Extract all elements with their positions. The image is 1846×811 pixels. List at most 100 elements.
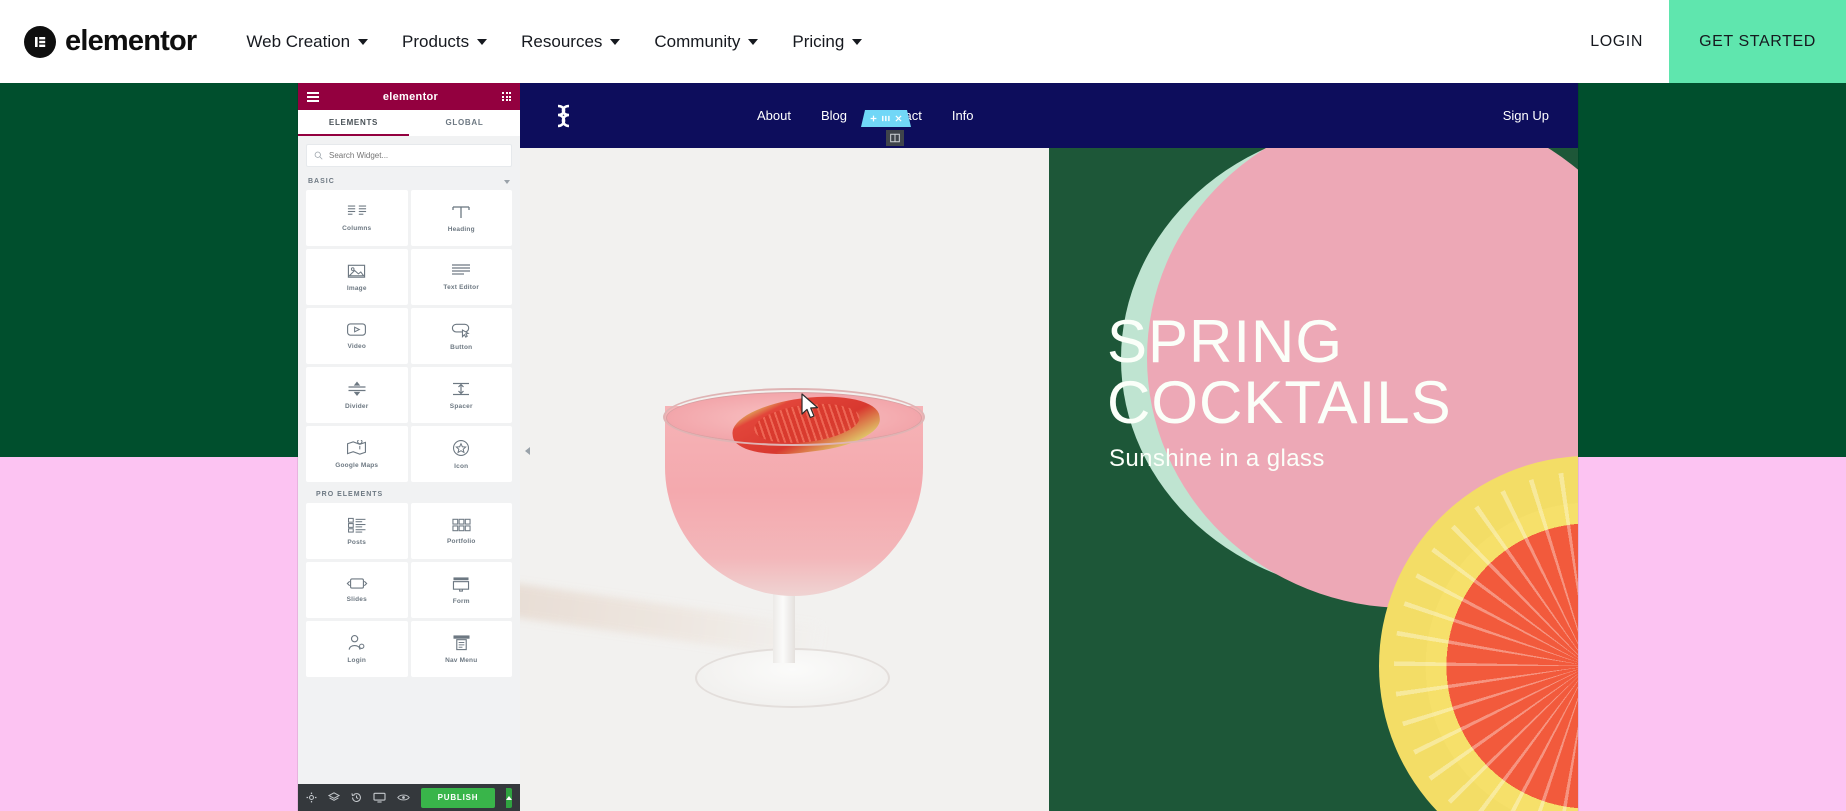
nav-item-pricing[interactable]: Pricing [792,32,863,52]
text-editor-icon [452,264,471,275]
spacer-icon [453,382,470,395]
elementor-section-handle[interactable] [861,110,911,127]
widget-image[interactable]: Image [306,249,408,305]
publish-options-button[interactable] [506,787,512,808]
login-user-icon [348,635,365,650]
panel-tabs: ELEMENTS GLOBAL [298,110,520,136]
widget-label: Portfolio [446,537,476,545]
chevron-down-icon [852,38,863,45]
section-head-basic[interactable]: BASIC [298,173,520,190]
widget-label: Posts [347,538,367,546]
nav-item-products[interactable]: Products [402,32,488,52]
chevron-down-icon [358,38,369,45]
nav-label: Community [654,31,741,51]
elementor-brand-logo[interactable]: elementor [24,25,197,58]
site-header: elementor Web Creation Products Resource… [0,0,1846,83]
preview-nav-about[interactable]: About [757,108,791,123]
history-clock-icon[interactable] [351,792,362,803]
widget-posts[interactable]: Posts [306,503,408,559]
widget-label: Login [347,657,367,664]
widget-spacer[interactable]: Spacer [410,367,512,423]
widget-divider[interactable]: Divider [306,367,408,423]
widget-text-editor[interactable]: Text Editor [410,249,512,305]
elementor-widget-panel: elementor ELEMENTS GLOBAL BASIC [298,83,530,811]
chevron-down-icon [504,179,510,184]
panel-footer-toolbar: PUBLISH [298,784,520,811]
elementor-column-handle[interactable] [886,130,904,146]
widget-button[interactable]: Button [410,308,512,364]
hamburger-icon[interactable] [307,91,319,102]
form-icon [453,576,470,592]
widget-login[interactable]: Login [306,621,408,677]
widget-label: Google Maps [335,461,379,469]
posts-icon [347,517,366,533]
widget-nav-menu[interactable]: Nav Menu [410,621,512,677]
site-monogram-logo[interactable] [549,99,579,133]
widget-video[interactable]: Video [306,308,408,364]
widget-label: Text Editor [443,284,480,291]
hero-color-block[interactable]: SPRING COCKTAILS Sunshine in a glass [1049,148,1578,811]
hero-heading: SPRING COCKTAILS [1107,311,1452,433]
widget-icon[interactable]: Icon [410,426,512,482]
search-widget-input[interactable] [329,151,504,160]
nav-item-resources[interactable]: Resources [521,32,621,52]
widget-label: Nav Menu [445,657,478,664]
login-link[interactable]: LOGIN [1564,33,1669,51]
grid-icon[interactable] [502,92,511,101]
widget-columns[interactable]: Columns [306,190,408,246]
google-maps-icon [347,439,367,455]
elementor-editor-window: elementor ELEMENTS GLOBAL BASIC [298,83,1578,811]
preview-canvas[interactable]: About Blog Contact Info Sign Up [520,83,1578,811]
nav-item-web-creation[interactable]: Web Creation [246,31,369,52]
preview-site-nav: About Blog Contact Info Sign Up [520,83,1578,148]
section-title: BASIC [308,178,335,185]
slides-icon [346,578,368,589]
widget-label: Divider [345,402,369,410]
widget-label: Icon [454,462,469,470]
search-row [298,136,520,173]
tab-global[interactable]: GLOBAL [409,110,520,136]
drag-handle-icon[interactable] [882,115,890,122]
widget-portfolio[interactable]: Portfolio [410,503,512,559]
widget-label: Spacer [449,402,473,410]
main-navigation: Web Creation Products Resources Communit… [246,31,863,52]
plus-icon[interactable] [870,115,877,122]
preview-nav-info[interactable]: Info [952,108,974,123]
portfolio-icon [452,518,471,531]
widget-slides[interactable]: Slides [306,562,408,618]
preview-eye-icon[interactable] [397,793,410,802]
hero-subheading: Sunshine in a glass [1109,445,1325,472]
widget-heading[interactable]: Heading [410,190,512,246]
preview-nav-blog[interactable]: Blog [821,108,847,123]
panel-collapse-handle[interactable] [520,438,534,464]
panel-header: elementor [298,83,520,110]
section-head-pro-elements[interactable]: PRO ELEMENTS [306,486,512,503]
widget-grid-pro: Posts Portfolio Slides Form Login Nav Me… [306,503,512,677]
heading-icon [452,205,470,218]
chevron-down-icon [610,38,621,45]
responsive-mode-icon[interactable] [373,792,386,803]
tab-elements[interactable]: ELEMENTS [298,110,409,136]
chevron-left-icon [524,447,530,455]
preview-nav-signup[interactable]: Sign Up [1503,108,1549,123]
settings-gear-icon[interactable] [306,792,317,803]
search-widget-box[interactable] [306,144,512,167]
widget-list-scroll[interactable]: Columns Heading Image Text Editor Video … [298,190,520,811]
hero-heading-line1: SPRING [1107,308,1344,375]
nav-item-community[interactable]: Community [654,31,759,52]
close-icon[interactable] [895,115,902,122]
chevron-down-icon [477,38,488,45]
widget-form[interactable]: Form [410,562,512,618]
widget-label: Columns [342,225,372,232]
divider-icon [348,381,366,396]
section-title: PRO ELEMENTS [316,491,384,498]
get-started-button[interactable]: GET STARTED [1669,0,1846,83]
navigator-layers-icon[interactable] [328,792,340,803]
brand-name: elementor [65,25,197,57]
nav-label: Web Creation [246,31,351,51]
image-icon [348,264,366,278]
hero-cocktail-photo[interactable] [520,148,1049,811]
panel-title: elementor [382,90,439,103]
publish-button[interactable]: PUBLISH [421,787,495,808]
widget-google-maps[interactable]: Google Maps [306,426,408,482]
